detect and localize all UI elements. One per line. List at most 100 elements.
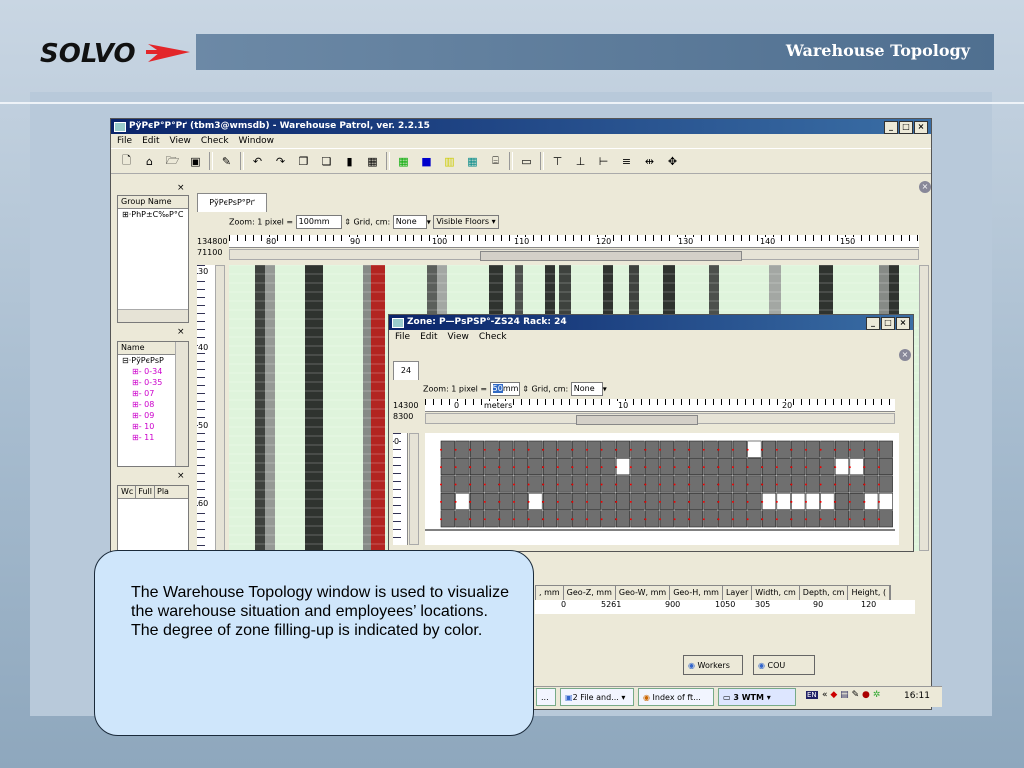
menu-window[interactable]: Window bbox=[239, 134, 275, 148]
rack-cell-filled[interactable] bbox=[703, 458, 718, 476]
rack-cell-filled[interactable] bbox=[586, 458, 601, 476]
menu-check[interactable]: Check bbox=[479, 330, 507, 344]
printer-icon[interactable]: ▤ bbox=[840, 690, 849, 700]
rack-cell-filled[interactable] bbox=[849, 492, 864, 510]
rack-cell-filled[interactable] bbox=[630, 475, 645, 493]
rack-cell-filled[interactable] bbox=[630, 458, 645, 476]
group-pane-close-icon[interactable]: × bbox=[177, 183, 185, 193]
rack-cell-filled[interactable] bbox=[469, 475, 485, 493]
rack-cell-filled[interactable] bbox=[440, 510, 455, 528]
copy-icon[interactable]: ❐ bbox=[294, 152, 313, 171]
taskbar-item[interactable]: ▭ 3 WTM ▾ bbox=[718, 688, 796, 706]
rack-cell-filled[interactable] bbox=[834, 475, 850, 493]
rack-cell-filled[interactable] bbox=[469, 492, 485, 510]
tab-rack-24[interactable]: 24 bbox=[393, 361, 419, 380]
rack-cell-filled[interactable] bbox=[586, 475, 601, 493]
rack-cell-filled[interactable] bbox=[791, 458, 806, 476]
rack-cell-filled[interactable] bbox=[659, 492, 674, 510]
rack-cell-filled[interactable] bbox=[820, 510, 835, 528]
rack-cell-filled[interactable] bbox=[645, 440, 660, 458]
rack-cell-filled[interactable] bbox=[718, 458, 733, 476]
rack-cell-filled[interactable] bbox=[659, 475, 674, 493]
rack-cell-filled[interactable] bbox=[499, 492, 514, 510]
taskbar-item[interactable]: ... bbox=[536, 688, 556, 706]
rack-cell-filled[interactable] bbox=[630, 492, 645, 510]
rack-cell-filled[interactable] bbox=[674, 458, 689, 476]
rack-cell-filled[interactable] bbox=[864, 458, 879, 476]
rack-cell-empty[interactable] bbox=[791, 492, 806, 510]
close-button[interactable]: × bbox=[896, 317, 910, 330]
rack-cell-filled[interactable] bbox=[732, 492, 747, 510]
rack-cell-filled[interactable] bbox=[732, 510, 747, 528]
group-pane-header[interactable]: Group Name bbox=[118, 196, 188, 209]
rack-cell-filled[interactable] bbox=[557, 440, 572, 458]
map-hscroll-thumb[interactable] bbox=[480, 251, 742, 261]
rack-cell-filled[interactable] bbox=[499, 440, 514, 458]
rack-cell-filled[interactable] bbox=[615, 475, 631, 493]
column-header[interactable]: Geo-H, mm bbox=[670, 586, 723, 600]
network-icon[interactable]: ◆ bbox=[830, 690, 837, 700]
chevron-down-icon[interactable]: ▾ bbox=[427, 218, 431, 227]
maximize-button[interactable]: □ bbox=[899, 121, 913, 134]
rack-cell-filled[interactable] bbox=[849, 510, 864, 528]
taskbar-item[interactable]: ◉ Index of ft... bbox=[638, 688, 714, 706]
rack-cell-filled[interactable] bbox=[761, 475, 777, 493]
rack-cell-filled[interactable] bbox=[776, 475, 791, 493]
close-button[interactable]: × bbox=[914, 121, 928, 134]
column-header[interactable]: Full bbox=[136, 486, 155, 498]
rack-cell-empty[interactable] bbox=[761, 492, 777, 510]
rack-cell-filled[interactable] bbox=[834, 440, 850, 458]
rack-cell-filled[interactable] bbox=[820, 458, 835, 476]
grid-dots-icon[interactable]: ▦ bbox=[363, 152, 382, 171]
rack-cell-filled[interactable] bbox=[820, 475, 835, 493]
rack-cell-filled[interactable] bbox=[659, 510, 674, 528]
rack-cell-filled[interactable] bbox=[703, 475, 718, 493]
column-header[interactable]: Wc bbox=[121, 486, 137, 498]
rack-cell-filled[interactable] bbox=[499, 458, 514, 476]
rack-cell-filled[interactable] bbox=[513, 440, 528, 458]
column-header[interactable]: Geo-Z, mm bbox=[563, 586, 616, 600]
map-vscroll-left[interactable] bbox=[215, 265, 225, 551]
align-left-icon[interactable]: ⊢ bbox=[594, 152, 613, 171]
rack-cell-filled[interactable] bbox=[484, 458, 499, 476]
rack-cell-filled[interactable] bbox=[572, 458, 587, 476]
menu-edit[interactable]: Edit bbox=[142, 134, 159, 148]
rack-cell-filled[interactable] bbox=[528, 440, 543, 458]
rack-cell-filled[interactable] bbox=[615, 510, 631, 528]
teal-table-icon[interactable]: ▦ bbox=[463, 152, 482, 171]
rack-cell-empty[interactable] bbox=[776, 492, 791, 510]
rack-cell-empty[interactable] bbox=[805, 492, 820, 510]
pen-icon[interactable]: ✎ bbox=[852, 690, 860, 700]
rack-cell-filled[interactable] bbox=[732, 458, 747, 476]
zoom-input[interactable]: 100mm bbox=[295, 215, 342, 229]
rack-cell-filled[interactable] bbox=[761, 440, 777, 458]
rack-cell-filled[interactable] bbox=[688, 475, 704, 493]
column-header[interactable]: Geo-W, mm bbox=[615, 586, 671, 600]
column-header[interactable]: Width, cm bbox=[752, 586, 800, 600]
rack-cell-filled[interactable] bbox=[834, 492, 850, 510]
workers-pane-close-icon[interactable]: × bbox=[177, 471, 185, 481]
open-folder-icon[interactable]: 🗁 bbox=[163, 152, 182, 171]
rack-cell-filled[interactable] bbox=[586, 440, 601, 458]
rack-cell-filled[interactable] bbox=[513, 475, 528, 493]
map-close-icon[interactable]: × bbox=[919, 181, 931, 193]
rack-cell-filled[interactable] bbox=[440, 440, 455, 458]
rack-cell-filled[interactable] bbox=[557, 458, 572, 476]
rack-cell-filled[interactable] bbox=[761, 458, 777, 476]
rack-cell-empty[interactable] bbox=[747, 440, 762, 458]
column-header[interactable]: , mm bbox=[536, 586, 564, 600]
rack-cell-filled[interactable] bbox=[528, 510, 543, 528]
rectangle-icon[interactable]: ▭ bbox=[517, 152, 536, 171]
minimize-button[interactable]: _ bbox=[884, 121, 898, 134]
document-icon[interactable]: ▮ bbox=[340, 152, 359, 171]
tree-pane-close-icon[interactable]: × bbox=[177, 327, 185, 337]
menu-file[interactable]: File bbox=[117, 134, 132, 148]
align-top-icon[interactable]: ⊤ bbox=[548, 152, 567, 171]
rack-cell-filled[interactable] bbox=[557, 475, 572, 493]
rack-cell-filled[interactable] bbox=[615, 440, 631, 458]
rack-cell-filled[interactable] bbox=[572, 510, 587, 528]
rack-cell-filled[interactable] bbox=[455, 510, 470, 528]
rack-cell-filled[interactable] bbox=[674, 475, 689, 493]
rack-cell-filled[interactable] bbox=[747, 510, 762, 528]
rack-cell-filled[interactable] bbox=[703, 440, 718, 458]
